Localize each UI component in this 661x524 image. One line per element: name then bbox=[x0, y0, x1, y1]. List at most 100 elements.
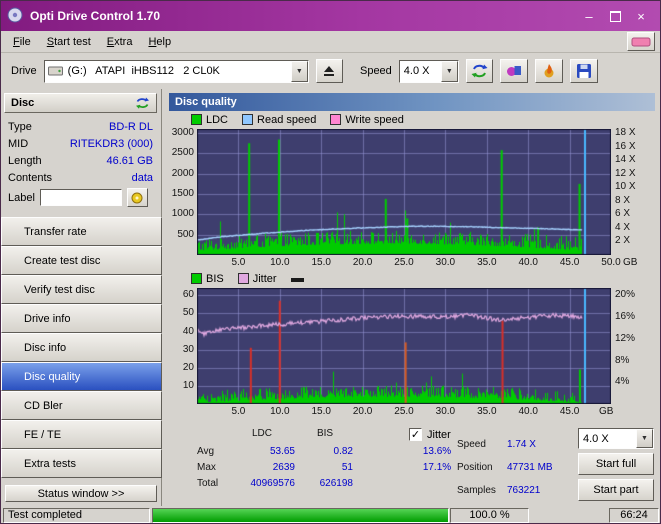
x-tick: 20.0 bbox=[352, 257, 373, 268]
y-right-tick: 4% bbox=[615, 376, 630, 388]
stat-label: Speed bbox=[457, 439, 486, 450]
menu-item-help[interactable]: Help bbox=[140, 33, 179, 51]
y-right-tick: 18 X bbox=[615, 127, 636, 139]
disc-quality-tool-button[interactable] bbox=[500, 59, 528, 83]
ldc-chart-legend: LDC Read speed Write speed bbox=[191, 113, 404, 126]
x-axis-unit: GB bbox=[623, 257, 638, 268]
y-right-tick: 20% bbox=[615, 289, 636, 301]
menu-item-file[interactable]: File bbox=[5, 33, 39, 51]
sidebar-item-extra-tests[interactable]: Extra tests bbox=[1, 449, 162, 478]
sidebar-item-cd-bler[interactable]: CD Bler bbox=[1, 391, 162, 420]
legend-swatch bbox=[237, 273, 249, 284]
x-axis-unit: GB bbox=[599, 406, 614, 417]
elapsed-time: 66:24 bbox=[620, 509, 648, 521]
sidebar-item-transfer-rate[interactable]: Transfer rate bbox=[1, 217, 162, 246]
x-tick: 45.0 bbox=[559, 257, 580, 268]
sidebar-item-disc-info[interactable]: Disc info bbox=[1, 333, 162, 362]
sidebar-item-label: Disc quality bbox=[24, 370, 81, 383]
label-input[interactable] bbox=[39, 189, 122, 206]
result-bis-value: 0.82 bbox=[333, 446, 353, 457]
menu-item-start-test[interactable]: Start test bbox=[39, 33, 99, 51]
speed-select-value: 4.0 X bbox=[403, 65, 430, 77]
sidebar-item-verify-test-disc[interactable]: Verify test disc bbox=[1, 275, 162, 304]
sidebar-item-create-test-disc[interactable]: Create test disc bbox=[1, 246, 162, 275]
info-value: RITEKDR3 (000) bbox=[69, 138, 153, 150]
close-button[interactable]: × bbox=[628, 5, 654, 27]
sidebar-item-fe-te[interactable]: FE / TE bbox=[1, 420, 162, 449]
test-speed-arrow[interactable]: ▼ bbox=[636, 429, 653, 448]
legend-swatch bbox=[191, 273, 202, 284]
label-text: Label bbox=[8, 191, 35, 204]
app-window: Opti Drive Control 1.70 – × File Start te… bbox=[0, 0, 661, 524]
sidebar-item-label: Disc info bbox=[24, 341, 67, 354]
y-left-tick: 1500 bbox=[171, 188, 194, 200]
disc-label-icon bbox=[131, 192, 143, 203]
info-value: BD-R DL bbox=[108, 121, 153, 133]
x-tick: 35.0 bbox=[477, 406, 497, 417]
stat-value: 763221 bbox=[507, 485, 541, 496]
legend-swatch bbox=[242, 114, 254, 125]
disc-label-row: Label bbox=[1, 188, 160, 207]
label-browse-button[interactable] bbox=[126, 188, 148, 207]
x-tick: 30.0 bbox=[435, 406, 456, 417]
status-bar: Test completed 100.0 % 66:24 bbox=[1, 506, 660, 523]
speed-select-arrow[interactable]: ▼ bbox=[440, 60, 458, 82]
result-bis-value: 626198 bbox=[319, 478, 353, 489]
disc-header-label: Disc bbox=[11, 97, 35, 109]
toolbar-icon-group bbox=[500, 59, 598, 83]
refresh-icon bbox=[136, 97, 149, 109]
toolbar: Drive (G:) ATAPI iHBS112 2 CL0K ▼ Speed … bbox=[1, 53, 660, 89]
menu-item-extra[interactable]: Extra bbox=[99, 33, 141, 51]
drive-select-arrow[interactable]: ▼ bbox=[290, 60, 308, 82]
page-title: Disc quality bbox=[175, 96, 237, 108]
status-cell: Test completed bbox=[3, 508, 150, 523]
disc-info-row: Type BD-R DL bbox=[1, 119, 160, 136]
sidebar-item-label: CD Bler bbox=[24, 399, 63, 412]
x-tick: 35.0 bbox=[477, 257, 497, 268]
start-part-button[interactable]: Start part bbox=[578, 479, 654, 501]
legend-item: Read speed bbox=[242, 114, 316, 126]
quality-icon bbox=[507, 66, 521, 76]
status-window-button[interactable]: Status window >> bbox=[5, 485, 157, 502]
x-tick: 30.0 bbox=[435, 257, 456, 268]
minimize-button[interactable]: – bbox=[576, 5, 602, 27]
start-full-button[interactable]: Start full bbox=[578, 453, 654, 475]
bis-chart-canvas bbox=[197, 288, 611, 404]
result-bis-value: 51 bbox=[341, 462, 353, 473]
burn-icon bbox=[544, 64, 554, 78]
x-tick: 5.0 bbox=[231, 257, 246, 268]
y-left-tick: 2500 bbox=[171, 147, 194, 159]
maximize-button[interactable] bbox=[602, 5, 628, 27]
x-tick: 10.0 bbox=[270, 406, 290, 417]
y-left-tick: 10 bbox=[182, 379, 194, 391]
stat-value: 1.74 X bbox=[507, 439, 536, 450]
y-left-tick: 40 bbox=[182, 325, 194, 337]
y-right-tick: 2 X bbox=[615, 235, 631, 247]
stat-value: 47731 MB bbox=[507, 462, 553, 473]
refresh-button[interactable] bbox=[465, 59, 493, 83]
save-button[interactable] bbox=[570, 59, 598, 83]
legend-swatch bbox=[191, 114, 202, 125]
legend-label: Write speed bbox=[345, 113, 404, 126]
chevron-down-icon: ▼ bbox=[295, 67, 303, 75]
y-left-tick: 1000 bbox=[171, 208, 194, 220]
sidebar-item-drive-info[interactable]: Drive info bbox=[1, 304, 162, 333]
sidebar-item-disc-quality[interactable]: Disc quality bbox=[1, 362, 162, 391]
title-bar: Opti Drive Control 1.70 – × bbox=[1, 1, 660, 31]
eraser-button[interactable] bbox=[627, 32, 655, 51]
save-icon bbox=[577, 64, 591, 78]
drive-select[interactable]: (G:) ATAPI iHBS112 2 CL0K ▼ bbox=[43, 59, 309, 83]
jitter-checkbox[interactable]: ✓ Jitter bbox=[409, 428, 451, 441]
y-left-tick: 30 bbox=[182, 343, 194, 355]
test-speed-select[interactable]: 4.0 X ▼ bbox=[578, 428, 654, 449]
disc-refresh-button[interactable] bbox=[135, 97, 150, 109]
sidebar-buttons: Transfer rate Create test disc Verify test… bbox=[1, 217, 162, 478]
eject-button[interactable] bbox=[315, 59, 343, 83]
chevron-down-icon: ▼ bbox=[445, 67, 453, 75]
burn-tool-button[interactable] bbox=[535, 59, 563, 83]
sidebar-item-label: Transfer rate bbox=[24, 225, 87, 238]
speed-select[interactable]: 4.0 X ▼ bbox=[398, 59, 459, 83]
refresh-icon bbox=[471, 64, 488, 78]
disc-section-header: Disc bbox=[4, 93, 157, 113]
results-col-header-ldc: LDC bbox=[251, 428, 272, 439]
